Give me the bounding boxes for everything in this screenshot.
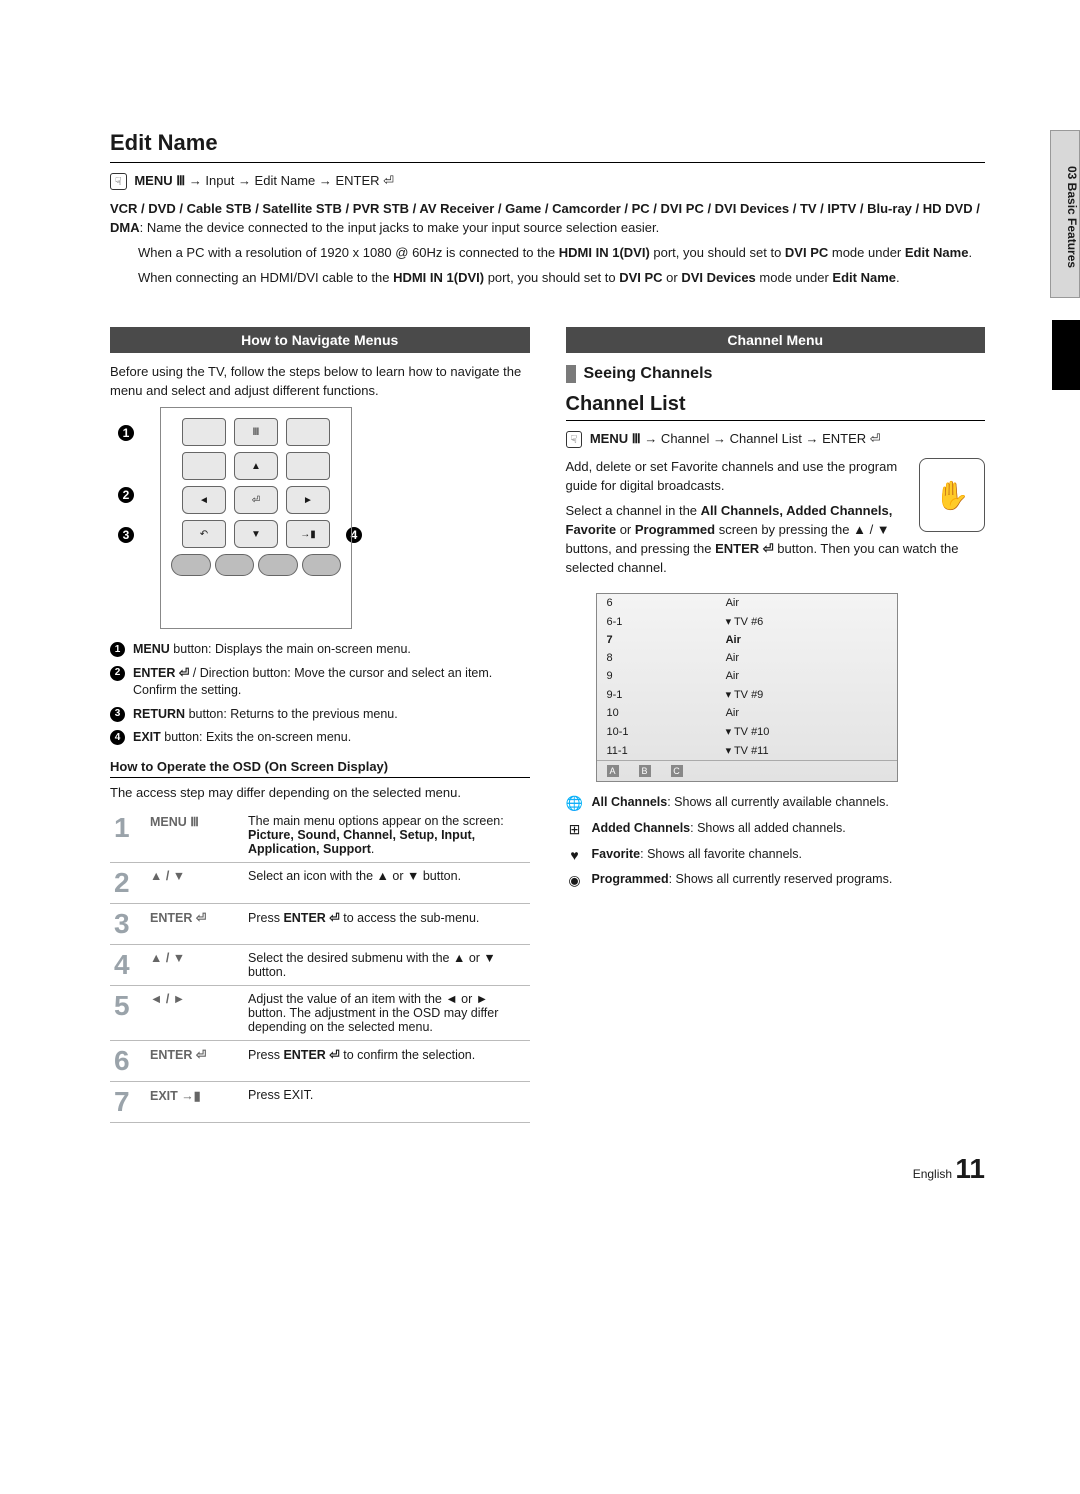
page-number: 11 xyxy=(955,1153,985,1184)
remote-hand-icon: ✋ xyxy=(919,458,985,532)
note-dvi-pc: When a PC with a resolution of 1920 x 10… xyxy=(138,244,985,263)
remote-btn-blank4 xyxy=(286,452,330,480)
remote-btn-up: ▲ xyxy=(234,452,278,480)
remote-btn-right: ► xyxy=(286,486,330,514)
list-item: 3RETURN button: Returns to the previous … xyxy=(110,706,530,724)
table-row: 2 ▲ / ▼ Select an icon with the ▲ or ▼ b… xyxy=(110,863,530,904)
table-row[interactable]: 10-1▾ TV #10 xyxy=(597,722,897,741)
remote-btn-blank xyxy=(182,418,226,446)
list-item: 🌐All Channels: Shows all currently avail… xyxy=(566,794,986,814)
panel-footer: A B C xyxy=(597,760,897,781)
heart-icon: ♥ xyxy=(566,846,584,866)
list-item: ◉Programmed: Shows all currently reserve… xyxy=(566,871,986,891)
remote-btn-blank3 xyxy=(182,452,226,480)
table-row: 5 ◄ / ► Adjust the value of an item with… xyxy=(110,986,530,1041)
table-row[interactable]: 9Air xyxy=(597,667,897,685)
remote-btn-enter: ⏎ xyxy=(234,486,278,514)
remote-btn-down: ▼ xyxy=(234,520,278,548)
remote-btn-left: ◄ xyxy=(182,486,226,514)
remote-color-c xyxy=(258,554,298,576)
button-legend-list: 1MENU button: Displays the main on-scree… xyxy=(110,641,530,747)
callout-3: 3 xyxy=(118,527,134,543)
hand-icon: ☟ xyxy=(110,173,127,190)
remote-btn-return: ↶ xyxy=(182,520,226,548)
callout-2: 2 xyxy=(118,487,134,503)
divider xyxy=(566,420,986,421)
breadcrumb-path: → Channel → Channel List → ENTER ⏎ xyxy=(644,431,880,446)
list-item: ♥Favorite: Shows all favorite channels. xyxy=(566,846,986,866)
menu-label: MENU Ⅲ xyxy=(134,173,185,188)
channel-list-breadcrumb: ☟ MENU Ⅲ → Channel → Channel List → ENTE… xyxy=(566,431,986,448)
note-hdmi-dvi: When connecting an HDMI/DVI cable to the… xyxy=(138,269,985,288)
table-row: 1 MENU Ⅲ The main menu options appear on… xyxy=(110,808,530,863)
table-row: 7 EXIT →▮ Press EXIT. xyxy=(110,1082,530,1123)
channel-list-title: Channel List xyxy=(566,393,986,416)
seeing-channels-head: Seeing Channels xyxy=(566,365,986,383)
divider xyxy=(110,162,985,163)
table-row[interactable]: 11-1▾ TV #11 xyxy=(597,741,897,760)
device-list-text: VCR / DVD / Cable STB / Satellite STB / … xyxy=(110,200,985,238)
channel-menu-header: Channel Menu xyxy=(566,327,986,353)
channel-list-panel: 6Air 6-1▾ TV #6 7Air 8Air 9Air 9-1▾ TV #… xyxy=(596,593,898,782)
remote-btn-exit: →▮ xyxy=(286,520,330,548)
color-c-icon: C xyxy=(671,765,683,777)
table-row[interactable]: 6Air xyxy=(597,594,897,612)
edit-name-title: Edit Name xyxy=(110,130,985,156)
remote-color-b xyxy=(215,554,255,576)
table-row-selected[interactable]: 7Air xyxy=(597,631,897,649)
remote-color-d xyxy=(302,554,342,576)
table-row[interactable]: 10Air xyxy=(597,704,897,722)
table-row: 6 ENTER ⏎ Press ENTER ⏎ to confirm the s… xyxy=(110,1041,530,1082)
menu-label: MENU Ⅲ xyxy=(590,431,641,446)
color-b-icon: B xyxy=(639,765,651,777)
color-a-icon: A xyxy=(607,765,619,777)
table-row[interactable]: 8Air xyxy=(597,649,897,667)
remote-btn-blank2 xyxy=(286,418,330,446)
remote-diagram: Ⅲ ▲ ◄ ⏎ ► ↶ ▼ xyxy=(160,407,352,629)
globe-icon: 🌐 xyxy=(566,794,584,814)
list-item: 4EXIT button: Exits the on-screen menu. xyxy=(110,729,530,747)
list-item: 2ENTER ⏎ / Direction button: Move the cu… xyxy=(110,665,530,700)
remote-btn-menu: Ⅲ xyxy=(234,418,278,446)
hand-icon: ☟ xyxy=(566,431,583,448)
page-marker xyxy=(1052,320,1080,390)
osd-steps-table: 1 MENU Ⅲ The main menu options appear on… xyxy=(110,808,530,1123)
table-row[interactable]: 9-1▾ TV #9 xyxy=(597,685,897,704)
footer-lang: English xyxy=(913,1167,952,1181)
edit-name-breadcrumb: ☟ MENU Ⅲ → Input → Edit Name → ENTER ⏎ xyxy=(110,173,985,190)
osd-note: The access step may differ depending on … xyxy=(110,784,530,803)
callout-1: 1 xyxy=(118,425,134,441)
remote-color-a xyxy=(171,554,211,576)
added-icon: ⊞ xyxy=(566,820,584,840)
table-row[interactable]: 6-1▾ TV #6 xyxy=(597,612,897,631)
navigate-menus-header: How to Navigate Menus xyxy=(110,327,530,353)
osd-heading: How to Operate the OSD (On Screen Displa… xyxy=(110,759,530,778)
breadcrumb-path: → Input → Edit Name → ENTER ⏎ xyxy=(189,173,394,188)
navigate-intro: Before using the TV, follow the steps be… xyxy=(110,363,530,401)
table-row: 4 ▲ / ▼ Select the desired submenu with … xyxy=(110,945,530,986)
channel-legend-list: 🌐All Channels: Shows all currently avail… xyxy=(566,794,986,890)
table-row: 3 ENTER ⏎ Press ENTER ⏎ to access the su… xyxy=(110,904,530,945)
list-item: ⊞Added Channels: Shows all added channel… xyxy=(566,820,986,840)
page-footer: English 11 xyxy=(110,1153,985,1185)
list-item: 1MENU button: Displays the main on-scree… xyxy=(110,641,530,659)
programmed-icon: ◉ xyxy=(566,871,584,891)
chapter-tab: 03 Basic Features xyxy=(1050,130,1080,298)
